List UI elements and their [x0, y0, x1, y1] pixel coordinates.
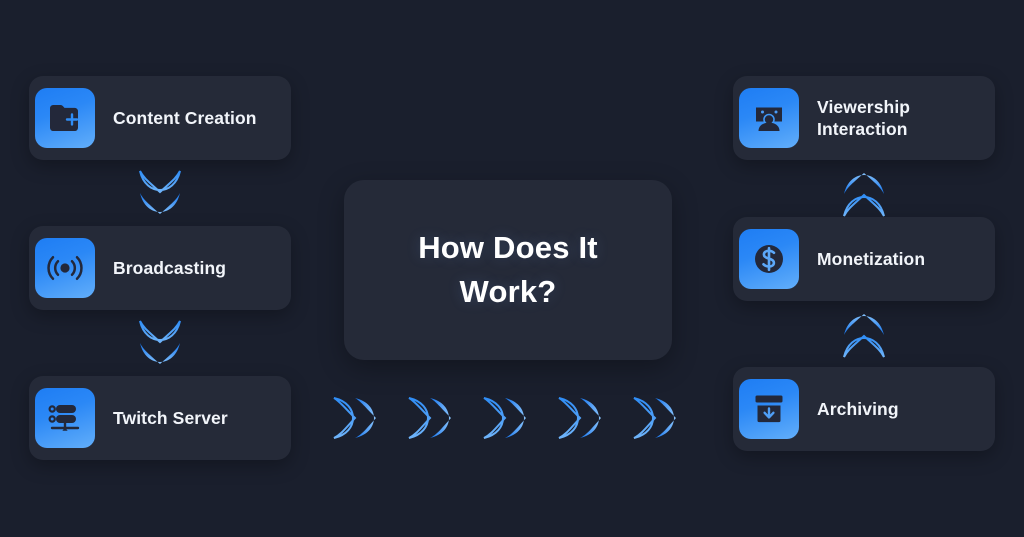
step-card-label: Viewership Interaction [817, 96, 911, 139]
viewer-screen-icon [739, 88, 799, 148]
step-card-viewership-interaction[interactable]: Viewership Interaction [733, 76, 995, 160]
broadcast-signal-icon [35, 238, 95, 298]
step-card-label: Twitch Server [113, 407, 228, 428]
step-card-archiving[interactable]: Archiving [733, 367, 995, 451]
double-chevron-down-icon [135, 318, 185, 370]
step-card-label: Monetization [817, 248, 926, 269]
step-card-label: Content Creation [113, 107, 257, 128]
double-chevron-up-icon [839, 308, 889, 360]
double-chevron-right-icon [554, 392, 610, 448]
double-chevron-right-icon [629, 392, 685, 448]
server-rack-icon [35, 388, 95, 448]
folder-plus-icon [35, 88, 95, 148]
center-question-card: How Does It Work? [344, 180, 672, 360]
step-card-label: Archiving [817, 398, 899, 419]
double-chevron-down-icon [135, 168, 185, 220]
double-chevron-right-icon [479, 392, 535, 448]
step-card-label: Broadcasting [113, 257, 227, 278]
double-chevron-right-icon [404, 392, 460, 448]
archive-box-down-icon [739, 379, 799, 439]
step-card-twitch-server[interactable]: Twitch Server [29, 376, 291, 460]
double-chevron-right-icon [329, 392, 385, 448]
diagram-canvas: Content Creation Broadcasting Twitch Ser… [0, 0, 1024, 537]
step-card-monetization[interactable]: Monetization [733, 217, 995, 301]
double-chevron-up-icon [839, 167, 889, 219]
step-card-broadcasting[interactable]: Broadcasting [29, 226, 291, 310]
step-card-content-creation[interactable]: Content Creation [29, 76, 291, 160]
dollar-coin-icon [739, 229, 799, 289]
center-title: How Does It Work? [418, 229, 598, 309]
